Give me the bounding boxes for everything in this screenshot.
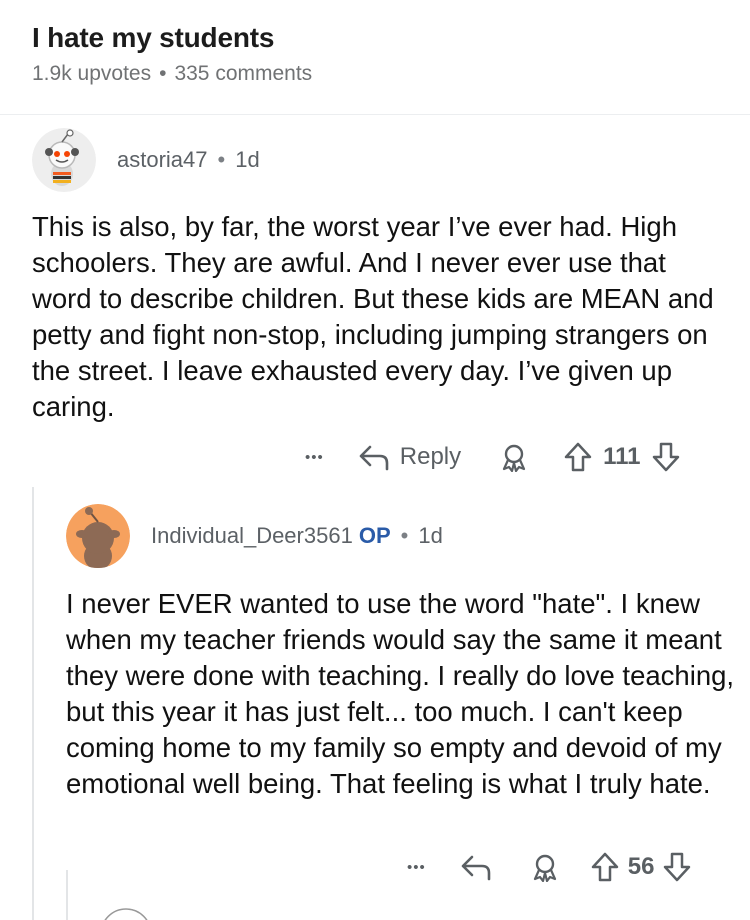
meta-separator: • xyxy=(159,62,167,85)
vote-controls: 56 xyxy=(590,851,693,883)
award-button[interactable] xyxy=(530,852,560,882)
op-badge: OP xyxy=(358,523,391,548)
more-button[interactable]: ••• xyxy=(407,859,426,876)
score: 111 xyxy=(603,443,641,470)
username-link[interactable]: Individual_Deer3561 xyxy=(151,523,353,548)
thread-line[interactable] xyxy=(32,487,34,920)
post-header: I hate my students 1.9k upvotes • 335 comm… xyxy=(32,20,722,88)
more-button[interactable]: ••• xyxy=(305,449,324,466)
snoo-avatar-icon[interactable] xyxy=(100,908,152,920)
username-link[interactable]: astoria47 xyxy=(117,147,208,172)
upvote-count: 1.9k upvotes xyxy=(32,62,152,85)
vote-controls: 111 xyxy=(563,441,680,473)
comment-body: I never EVER wanted to use the word "hat… xyxy=(66,588,735,799)
post-meta: 1.9k upvotes • 335 comments xyxy=(32,60,722,88)
comment-age: 1d xyxy=(418,523,443,548)
more-icon: ••• xyxy=(407,858,426,876)
upvote-arrow-icon[interactable] xyxy=(590,851,620,883)
header-divider xyxy=(0,114,750,115)
snoo-avatar-icon[interactable] xyxy=(66,504,130,568)
thread-line[interactable] xyxy=(66,870,68,920)
comment-actions: ••• Reply 111 xyxy=(305,437,681,477)
downvote-arrow-icon[interactable] xyxy=(651,441,681,473)
comment-count: 335 comments xyxy=(174,62,313,85)
upvote-arrow-icon[interactable] xyxy=(563,441,593,473)
downvote-arrow-icon[interactable] xyxy=(662,851,692,883)
reply-label: Reply xyxy=(399,443,462,470)
reply-button[interactable]: Reply xyxy=(358,442,461,472)
award-icon xyxy=(530,852,560,882)
comment-age: 1d xyxy=(235,147,260,172)
more-icon: ••• xyxy=(305,448,324,466)
post-title[interactable]: I hate my students xyxy=(32,20,722,56)
comment-body: This is also, by far, the worst year I’v… xyxy=(32,211,714,422)
score: 56 xyxy=(627,853,655,880)
comment-author: Individual_Deer3561 OP • 1d xyxy=(151,521,443,551)
reply-arrow-icon xyxy=(358,442,390,472)
snoo-avatar-icon[interactable] xyxy=(32,128,96,192)
comment-actions: ••• 56 xyxy=(407,847,692,887)
reply-arrow-icon xyxy=(460,852,492,882)
award-button[interactable] xyxy=(499,442,529,472)
award-icon xyxy=(499,442,529,472)
meta-separator: • xyxy=(400,523,409,548)
meta-separator: • xyxy=(217,147,226,172)
comment-author: astoria47 • 1d xyxy=(117,145,260,175)
reply-button[interactable] xyxy=(460,852,492,882)
